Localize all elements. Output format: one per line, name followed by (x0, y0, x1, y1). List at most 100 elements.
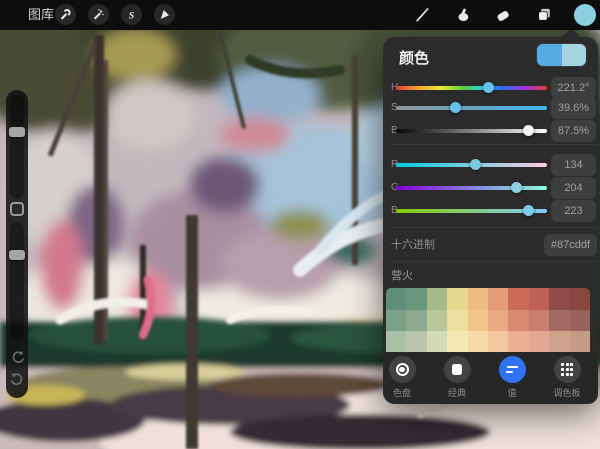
undo-button[interactable] (10, 350, 25, 363)
sidebar (6, 90, 28, 398)
brush-opacity-slider[interactable] (10, 222, 24, 340)
palette-swatch[interactable] (427, 288, 447, 310)
swatch-previous (537, 44, 562, 66)
palette-swatch[interactable] (570, 331, 590, 353)
brush-size-slider[interactable] (10, 95, 24, 199)
gallery-button[interactable]: 图库 (28, 0, 54, 30)
panel-title: 颜色 (399, 47, 429, 68)
tab-value[interactable]: 值 (485, 356, 539, 399)
smudge-button[interactable] (451, 3, 475, 27)
hex-label: 十六进制 (391, 234, 435, 256)
modify-button[interactable] (10, 202, 24, 216)
palette-swatch[interactable] (488, 331, 508, 353)
palette-swatch[interactable] (488, 288, 508, 310)
palette-swatch[interactable] (447, 288, 467, 310)
tab-disc[interactable]: 色盘 (375, 356, 429, 399)
selection-button[interactable]: S (121, 4, 142, 25)
layers-icon (535, 6, 553, 24)
green-value: 204 (551, 177, 596, 199)
brush-icon (413, 6, 431, 24)
divider (391, 261, 598, 262)
divider (391, 144, 598, 145)
blue-slider[interactable] (396, 209, 547, 213)
green-slider[interactable] (396, 186, 547, 190)
palette-swatch[interactable] (529, 288, 549, 310)
palette-name: 营火 (391, 267, 413, 283)
slider-thumb[interactable] (511, 182, 522, 193)
tab-label: 经典 (430, 386, 484, 399)
top-toolbar: 图库 S (0, 0, 600, 30)
green-slider-row: G 204 (383, 177, 598, 199)
color-button[interactable] (574, 4, 596, 26)
palette-swatch[interactable] (427, 331, 447, 353)
palette-swatch[interactable] (529, 331, 549, 353)
slider-thumb[interactable] (483, 82, 494, 93)
brightness-slider[interactable] (396, 129, 547, 133)
blue-slider-row: B 223 (383, 200, 598, 222)
eraser-icon (494, 6, 512, 24)
palette-swatch[interactable] (427, 310, 447, 332)
palette-swatch[interactable] (549, 331, 569, 353)
palette-swatch[interactable] (386, 331, 406, 353)
eraser-button[interactable] (491, 3, 515, 27)
tab-classic[interactable]: 经典 (430, 356, 484, 399)
palette-swatch[interactable] (488, 310, 508, 332)
transform-button[interactable] (154, 4, 175, 25)
red-value: 134 (551, 154, 596, 176)
transform-arrow-icon (157, 7, 172, 22)
red-slider[interactable] (396, 163, 547, 167)
tab-label: 调色板 (540, 386, 594, 399)
palette-swatch[interactable] (468, 331, 488, 353)
hue-value: 221.2° (551, 77, 596, 99)
palette-swatch[interactable] (508, 288, 528, 310)
layers-button[interactable] (532, 3, 556, 27)
disc-icon (396, 363, 409, 376)
saturation-slider-row: S 39.6% (383, 97, 598, 119)
palette-swatch[interactable] (447, 310, 467, 332)
palette-swatch[interactable] (406, 310, 426, 332)
brush-button[interactable] (410, 3, 434, 27)
redo-icon (10, 372, 25, 385)
slider-thumb[interactable] (470, 159, 481, 170)
saturation-slider[interactable] (396, 106, 547, 110)
slider-thumb[interactable] (450, 102, 461, 113)
hex-value-field[interactable]: #87cddf (544, 234, 597, 256)
palette-swatch[interactable] (529, 310, 549, 332)
actions-button[interactable] (55, 4, 76, 25)
palette-swatch[interactable] (549, 310, 569, 332)
grid-icon (561, 363, 573, 375)
palette-swatch[interactable] (508, 310, 528, 332)
palette-swatch[interactable] (406, 288, 426, 310)
palette-swatch[interactable] (406, 331, 426, 353)
magic-wand-icon (91, 7, 106, 22)
palette-grid (386, 288, 590, 353)
swatch-current (562, 44, 587, 66)
saturation-value: 39.6% (551, 97, 596, 119)
tab-palettes[interactable]: 调色板 (540, 356, 594, 399)
hex-row: 十六进制 #87cddf (383, 234, 598, 256)
palette-swatch[interactable] (570, 310, 590, 332)
adjustments-button[interactable] (88, 4, 109, 25)
brightness-value: 87.5% (551, 120, 596, 142)
selection-icon: S (124, 7, 139, 22)
color-panel-tabbar: 色盘 经典 值 调色板 (383, 352, 598, 404)
redo-button[interactable] (10, 372, 25, 385)
color-history-swatch[interactable] (536, 43, 587, 67)
palette-swatch[interactable] (386, 310, 406, 332)
palette-swatch[interactable] (468, 310, 488, 332)
wrench-icon (58, 7, 73, 22)
palette-swatch[interactable] (549, 288, 569, 310)
palette-swatch[interactable] (508, 331, 528, 353)
slider-thumb[interactable] (523, 205, 534, 216)
brush-opacity-handle[interactable] (9, 250, 25, 260)
slider-thumb[interactable] (523, 125, 534, 136)
palette-swatch[interactable] (447, 331, 467, 353)
color-panel: 颜色 H 221.2° S 39.6% B 87.5% (383, 37, 598, 404)
hue-slider-row: H 221.2° (383, 77, 598, 99)
brush-size-handle[interactable] (9, 127, 25, 137)
palette-swatch[interactable] (386, 288, 406, 310)
divider (391, 227, 598, 228)
palette-swatch[interactable] (468, 288, 488, 310)
hue-slider[interactable] (396, 86, 547, 90)
palette-swatch[interactable] (570, 288, 590, 310)
